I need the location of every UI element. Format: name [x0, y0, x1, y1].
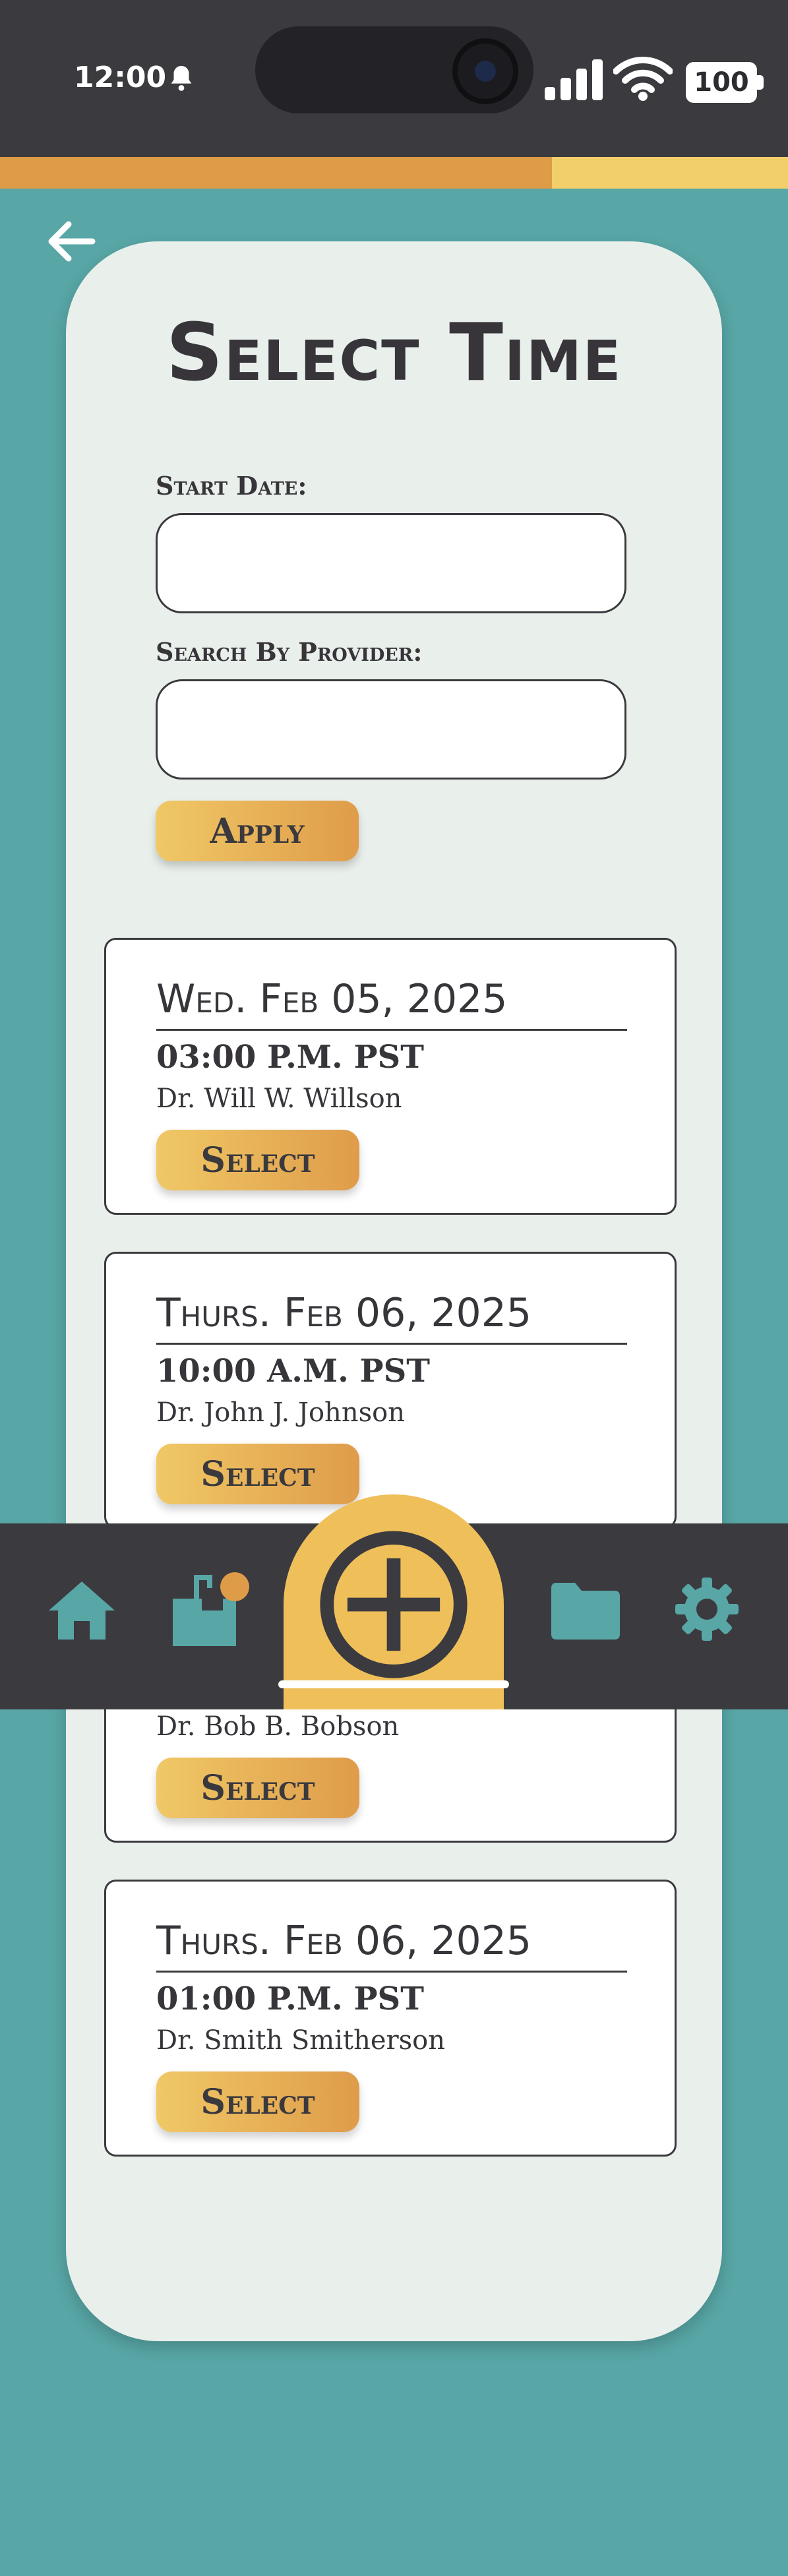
slot-date: Wed. Feb 05, 2025 [156, 971, 627, 1031]
slot-date: Thurs. Feb 06, 2025 [156, 1285, 627, 1345]
arrow-left-icon [48, 221, 96, 262]
slot-provider: Dr. Bob B. Bobson [156, 1711, 400, 1742]
slot-time: 03:00 P.M. PST [156, 1039, 424, 1076]
slot-provider: Dr. Smith Smitherson [156, 2025, 446, 2056]
wifi-icon [613, 57, 673, 101]
home-icon[interactable] [46, 1578, 117, 1643]
slot-time: 01:00 P.M. PST [156, 1980, 424, 2017]
active-tab-indicator [278, 1680, 509, 1688]
add-icon [320, 1531, 468, 1678]
slot-time: 10:00 A.M. PST [156, 1353, 431, 1390]
notification-dot [220, 1572, 249, 1601]
slot-date: Thurs. Feb 06, 2025 [156, 1913, 627, 1973]
time-slot-card: Thurs. Feb 06, 2025 01:00 P.M. PST Dr. S… [104, 1880, 677, 2157]
settings-icon[interactable] [674, 1576, 740, 1642]
slot-provider: Dr. Will W. Willson [156, 1084, 402, 1114]
start-date-input[interactable] [156, 513, 626, 613]
select-slot-button[interactable]: Select [156, 2071, 359, 2132]
page-title: Select Time [166, 307, 622, 399]
time-slot-card: Wed. Feb 05, 2025 03:00 P.M. PST Dr. Wil… [104, 938, 677, 1215]
content-panel: Select Time Start Date: Search By Provid… [66, 241, 722, 2341]
status-time: 12:00 [74, 61, 167, 94]
camera-icon [452, 38, 518, 104]
progress-bar [0, 157, 788, 189]
battery-icon: 100 [686, 62, 765, 103]
select-slot-button[interactable]: Select [156, 1444, 359, 1504]
apply-button[interactable]: Apply [156, 801, 359, 861]
start-date-label: Start Date: [156, 471, 307, 501]
time-slot-card: Thurs. Feb 06, 2025 10:00 A.M. PST Dr. J… [104, 1252, 677, 1529]
folder-icon[interactable] [549, 1580, 622, 1642]
back-button[interactable] [40, 210, 103, 273]
bell-icon [171, 65, 192, 91]
inbox-icon[interactable] [170, 1570, 252, 1647]
select-slot-button[interactable]: Select [156, 1130, 359, 1190]
add-appointment-button[interactable] [284, 1494, 504, 1709]
battery-level: 100 [694, 67, 749, 98]
slot-provider: Dr. John J. Johnson [156, 1397, 405, 1428]
progress-fill [0, 157, 552, 189]
status-bar: 12:00 100 [0, 0, 788, 157]
provider-search-input[interactable] [156, 679, 626, 780]
provider-label: Search By Provider: [156, 637, 423, 667]
signal-icon [545, 59, 603, 100]
select-slot-button[interactable]: Select [156, 1758, 359, 1818]
